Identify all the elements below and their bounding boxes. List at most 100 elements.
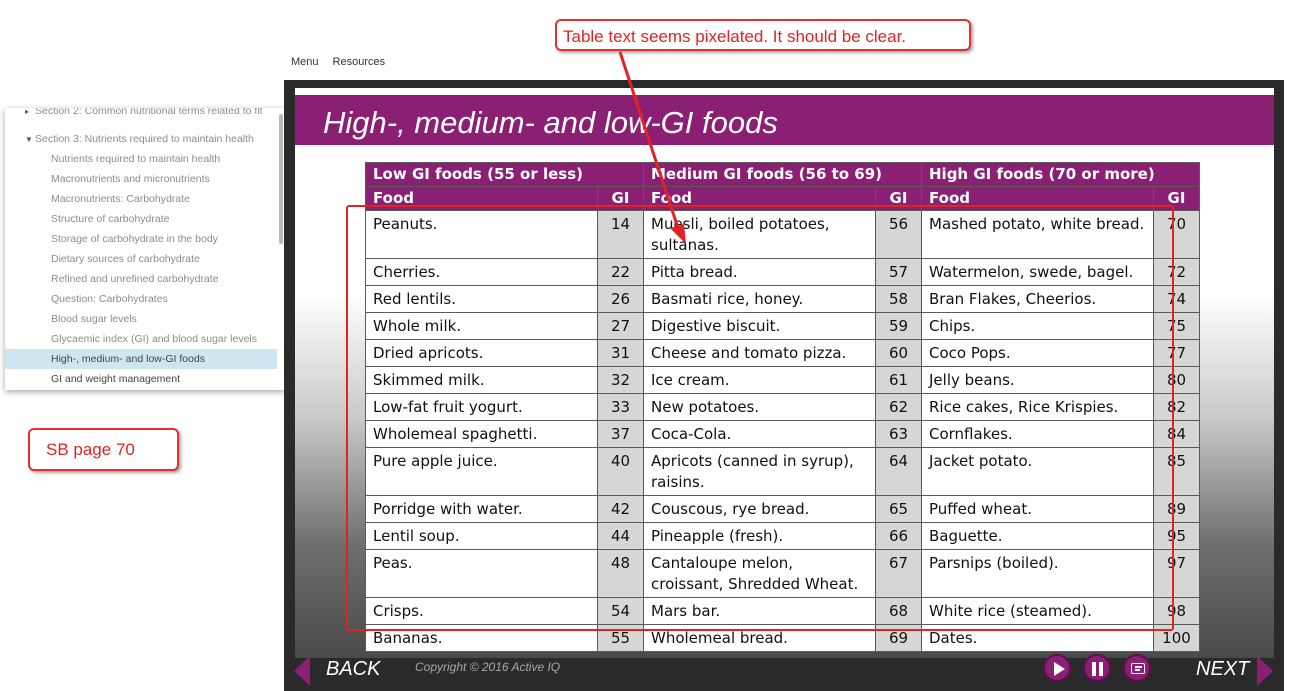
gi-value-cell: 63 [875, 420, 922, 448]
back-button[interactable]: BACK [326, 658, 380, 681]
table-row: Whole milk. 27 Digestive biscuit. 59 Chips. 7… [365, 312, 1200, 340]
gi-value-cell: 68 [875, 597, 922, 625]
gi-value-cell: 75 [1153, 312, 1200, 340]
gi-value-cell: 32 [597, 366, 644, 394]
food-cell: Cantaloupe melon, croissant, Shredded Wh… [643, 549, 876, 598]
closed-caption-button[interactable] [1123, 654, 1151, 682]
food-cell: Pitta bread. [643, 258, 876, 286]
medium-gi-header: Medium GI foods (56 to 69) [643, 162, 922, 187]
gi-value-cell: 98 [1153, 597, 1200, 625]
sidebar-item[interactable]: Refined and unrefined carbohydrate [5, 269, 277, 289]
table-row: Cherries. 22 Pitta bread. 57 Watermelon, swe… [365, 258, 1200, 286]
sidebar-item[interactable]: GI and weight management [5, 369, 277, 389]
column-header-gi: GI [875, 186, 922, 211]
sidebar-item[interactable]: Storage of carbohydrate in the body [5, 229, 277, 249]
gi-value-cell: 27 [597, 312, 644, 340]
slide-player: High-, medium- and low-GI foods Low GI f… [284, 80, 1284, 691]
next-arrow-icon[interactable] [1257, 656, 1273, 686]
table-row: Low-fat fruit yogurt. 33 New potatoes. 62 Ri… [365, 393, 1200, 421]
gi-value-cell: 89 [1153, 495, 1200, 523]
sidebar-section-2[interactable]: ▸ Section 2: Common nutritional terms rel… [5, 108, 277, 121]
food-cell: Skimmed milk. [365, 366, 598, 394]
next-button[interactable]: NEXT [1196, 658, 1249, 681]
column-header-gi: GI [1153, 186, 1200, 211]
pause-button[interactable] [1083, 654, 1111, 682]
sidebar-item[interactable]: Nutrients required to maintain health [5, 149, 277, 169]
course-menu-panel: ▸ Section 2: Common nutritional terms rel… [5, 108, 285, 390]
gi-value-cell: 26 [597, 285, 644, 313]
sidebar-item[interactable]: Macronutrients: Carbohydrate [5, 189, 277, 209]
slide-title-bar: High-, medium- and low-GI foods [295, 95, 1274, 145]
gi-value-cell: 77 [1153, 339, 1200, 367]
food-cell: Wholemeal spaghetti. [365, 420, 598, 448]
food-cell: Pure apple juice. [365, 447, 598, 496]
food-cell: New potatoes. [643, 393, 876, 421]
gi-value-cell: 66 [875, 522, 922, 550]
resources-link[interactable]: Resources [333, 56, 386, 68]
sidebar-scrollbar[interactable] [279, 114, 283, 244]
food-cell: Chips. [921, 312, 1154, 340]
food-cell: Ice cream. [643, 366, 876, 394]
gi-value-cell: 54 [597, 597, 644, 625]
food-cell: Puffed wheat. [921, 495, 1154, 523]
gi-value-cell: 37 [597, 420, 644, 448]
pause-icon [1092, 662, 1096, 676]
table-column-header-row: Food GI Food GI Food GI [365, 186, 1200, 211]
food-cell: Pineapple (fresh). [643, 522, 876, 550]
table-row: Crisps. 54 Mars bar. 68 White rice (steamed)… [365, 597, 1200, 625]
food-cell: Low-fat fruit yogurt. [365, 393, 598, 421]
play-icon [1054, 662, 1065, 676]
food-cell: Mashed potato, white bread. [921, 210, 1154, 259]
annotation-callout-pixelated: Table text seems pixelated. It should be… [555, 19, 971, 51]
gi-value-cell: 95 [1153, 522, 1200, 550]
play-button[interactable] [1043, 654, 1071, 682]
high-gi-header: High GI foods (70 or more) [921, 162, 1200, 187]
table-row: Bananas. 55 Wholemeal bread. 69 Dates. 100 [365, 624, 1200, 652]
food-cell: Cherries. [365, 258, 598, 286]
gi-value-cell: 65 [875, 495, 922, 523]
sidebar-item[interactable]: Macronutrients and micronutrients [5, 169, 277, 189]
sidebar-section-3[interactable]: ▼ Section 3: Nutrients required to mainta… [5, 129, 277, 149]
table-row: Peas. 48 Cantaloupe melon, croissant, Shre… [365, 549, 1200, 598]
food-cell: Bananas. [365, 624, 598, 652]
menu-link[interactable]: Menu [291, 56, 319, 68]
food-cell: Watermelon, swede, bagel. [921, 258, 1154, 286]
table-row: Pure apple juice. 40 Apricots (canned in s… [365, 447, 1200, 496]
food-cell: Dates. [921, 624, 1154, 652]
gi-value-cell: 58 [875, 285, 922, 313]
gi-value-cell: 59 [875, 312, 922, 340]
back-arrow-icon[interactable] [294, 656, 310, 686]
sidebar-item[interactable]: Glycaemic index (GI) and blood sugar lev… [5, 329, 277, 349]
gi-value-cell: 62 [875, 393, 922, 421]
slide-canvas: High-, medium- and low-GI foods Low GI f… [295, 88, 1274, 658]
food-cell: Jacket potato. [921, 447, 1154, 496]
sidebar-item[interactable]: Structure of carbohydrate [5, 209, 277, 229]
food-cell: Peanuts. [365, 210, 598, 259]
gi-value-cell: 40 [597, 447, 644, 496]
table-group-header-row: Low GI foods (55 or less) Medium GI food… [365, 162, 1200, 187]
table-row: Dried apricots. 31 Cheese and tomato pizza… [365, 339, 1200, 367]
low-gi-header: Low GI foods (55 or less) [365, 162, 644, 187]
pause-icon [1099, 662, 1103, 676]
food-cell: Coco Pops. [921, 339, 1154, 367]
gi-value-cell: 44 [597, 522, 644, 550]
food-cell: Wholemeal bread. [643, 624, 876, 652]
gi-value-cell: 97 [1153, 549, 1200, 598]
gi-value-cell: 48 [597, 549, 644, 598]
annotation-callout-page: SB page 70 [28, 428, 179, 471]
sidebar-item[interactable]: High-, medium- and low-GI foods [5, 349, 277, 369]
food-cell: Basmati rice, honey. [643, 285, 876, 313]
gi-value-cell: 55 [597, 624, 644, 652]
sidebar-item[interactable]: Blood sugar levels [5, 309, 277, 329]
food-cell: Rice cakes, Rice Krispies. [921, 393, 1154, 421]
food-cell: Couscous, rye bread. [643, 495, 876, 523]
caption-line [1135, 666, 1142, 668]
sidebar-item[interactable]: Question: Carbohydrates [5, 289, 277, 309]
sidebar-item[interactable]: Dietary sources of carbohydrate [5, 249, 277, 269]
gi-value-cell: 22 [597, 258, 644, 286]
gi-foods-table: Low GI foods (55 or less) Medium GI food… [365, 162, 1200, 652]
table-row: Wholemeal spaghetti. 37 Coca-Cola. 63 Cornfl… [365, 420, 1200, 448]
food-cell: Muesli, boiled potatoes, sultanas. [643, 210, 876, 259]
food-cell: Peas. [365, 549, 598, 598]
closed-caption-icon [1131, 663, 1145, 674]
